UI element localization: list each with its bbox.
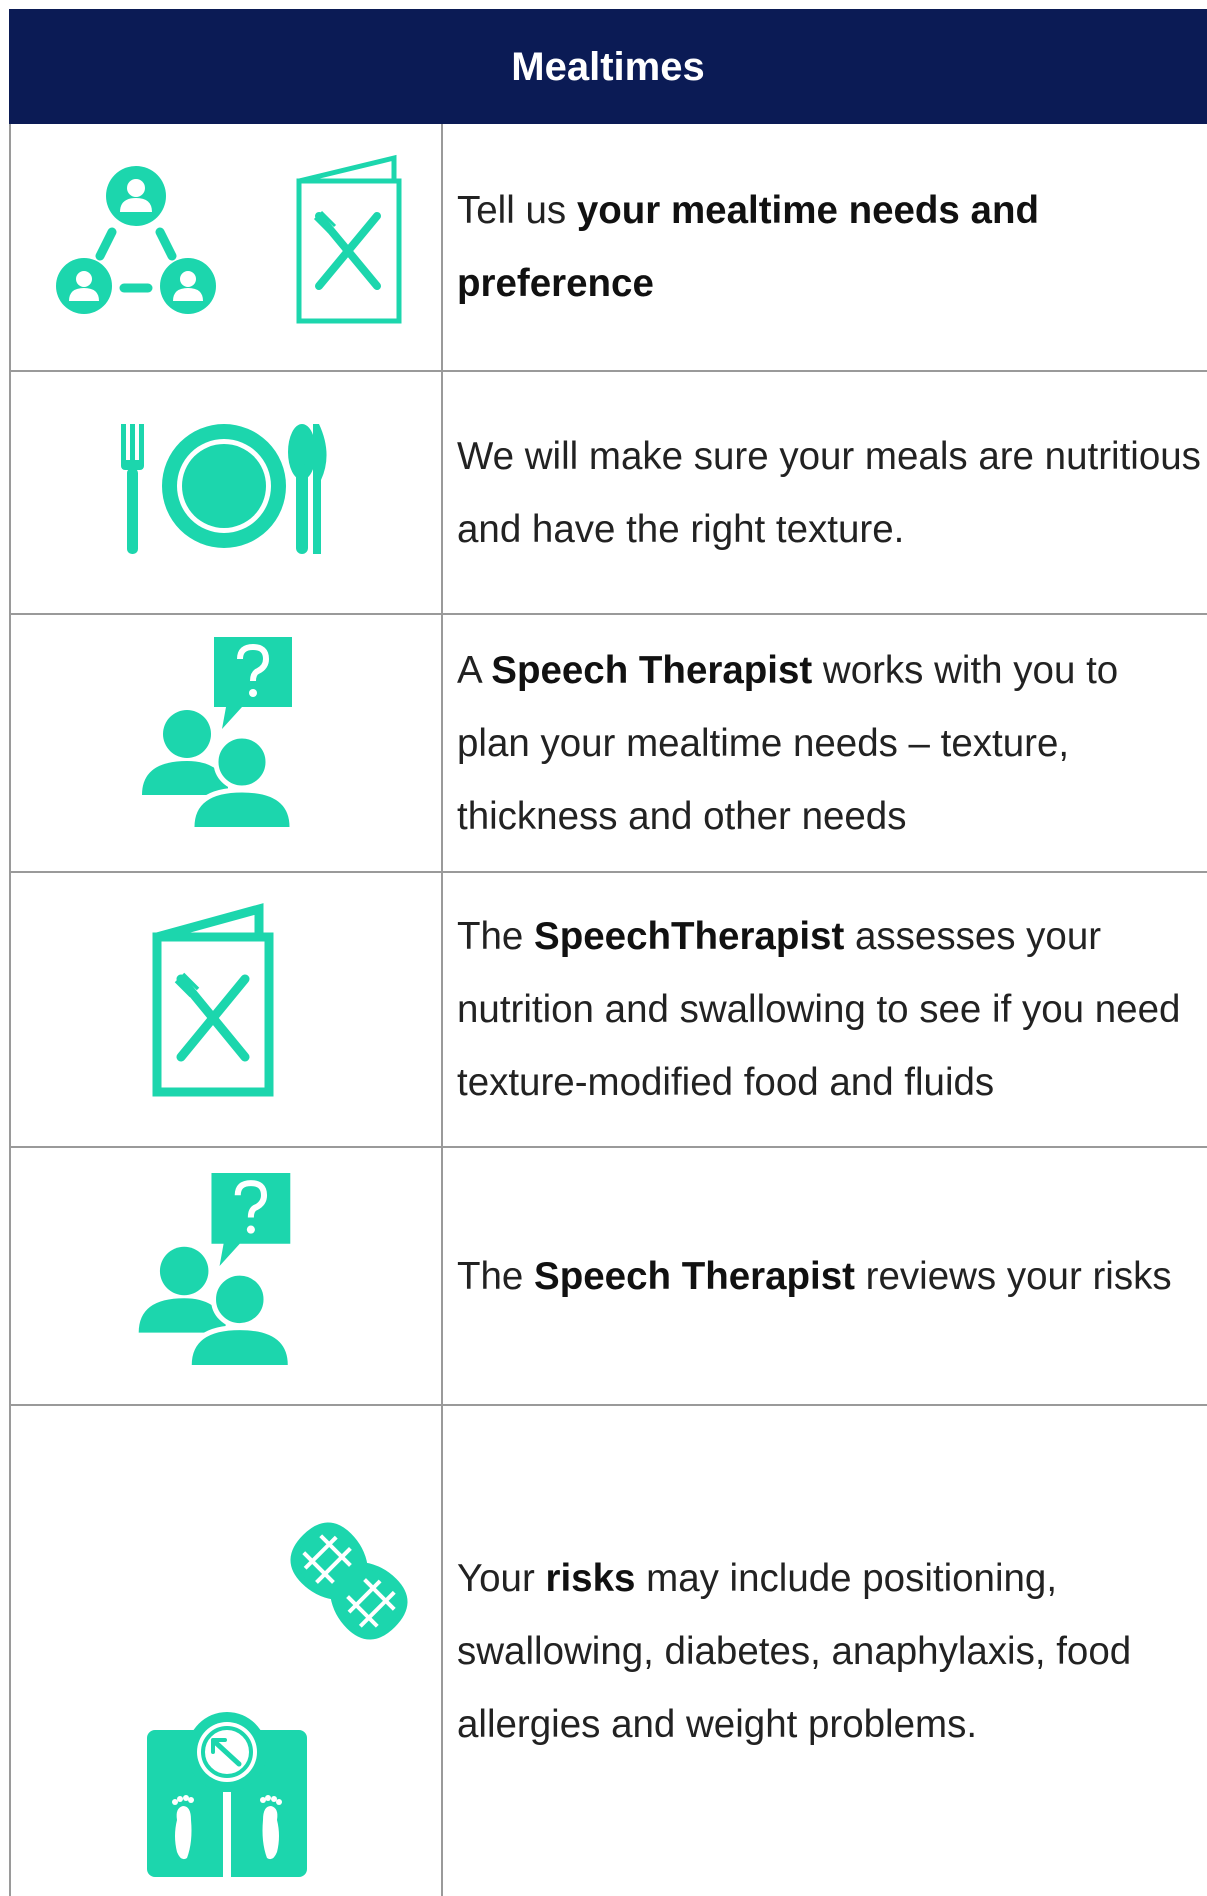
text-plain: reviews your risks — [854, 1254, 1172, 1298]
row-text: The Speech Therapist reviews your risks — [457, 1240, 1172, 1313]
table-row: Your risks may include positioning, swal… — [9, 1406, 1207, 1896]
text-bold: SpeechTherapist — [534, 915, 845, 958]
text-cell: A Speech Therapist works with you to pla… — [457, 615, 1201, 871]
people-network-icon — [56, 166, 216, 314]
row-text: A Speech Therapist works with you to pla… — [457, 634, 1201, 853]
table-row: The Speech Therapist reviews your risks — [9, 1148, 1207, 1406]
mealtimes-table: Mealtimes Tell us your mealtime needs an… — [9, 9, 1207, 1896]
text-cell: Your risks may include positioning, swal… — [457, 1406, 1201, 1896]
text-cell: The SpeechTherapist assesses your nutrit… — [457, 873, 1201, 1146]
table-row: Tell us your mealtime needs and preferen… — [9, 124, 1207, 372]
text-plain: The — [457, 915, 535, 958]
icon-cell — [9, 615, 443, 871]
text-plain: The — [457, 1254, 535, 1298]
text-bold: Speech Therapist — [534, 1254, 855, 1298]
row-text: Your risks may include positioning, swal… — [457, 1542, 1201, 1761]
text-plain: Tell us — [457, 189, 577, 232]
row-text: The SpeechTherapist assesses your nutrit… — [457, 900, 1201, 1119]
people-question-icon — [138, 1173, 293, 1366]
table-row: The SpeechTherapist assesses your nutrit… — [9, 873, 1207, 1148]
text-plain: Your — [457, 1556, 546, 1600]
people-question-icon — [142, 637, 295, 828]
icon-cell — [9, 1406, 443, 1896]
icon-cell — [9, 124, 443, 370]
menu-card-icon — [152, 903, 274, 1097]
row-text: Tell us your mealtime needs and preferen… — [457, 174, 1201, 320]
text-cell: We will make sure your meals are nutriti… — [457, 372, 1201, 613]
plate-cutlery-icon — [121, 424, 327, 554]
text-cell: Tell us your mealtime needs and preferen… — [457, 124, 1201, 370]
weight-scale-icon — [147, 1712, 307, 1877]
text-plain: A — [457, 648, 492, 692]
text-bold: risks — [545, 1556, 636, 1600]
row-text: We will make sure your meals are nutriti… — [457, 434, 1201, 551]
icon-cell — [9, 372, 443, 613]
table-row: A Speech Therapist works with you to pla… — [9, 615, 1207, 873]
icon-cell — [9, 1148, 443, 1404]
text-cell: The Speech Therapist reviews your risks — [457, 1148, 1201, 1404]
menu-card-icon — [296, 154, 402, 324]
icon-cell — [9, 873, 443, 1146]
peanut-icon — [290, 1522, 408, 1640]
table-title: Mealtimes — [511, 45, 705, 89]
table-header: Mealtimes — [9, 9, 1207, 124]
table-row: We will make sure your meals are nutriti… — [9, 372, 1207, 615]
text-bold: Speech Therapist — [491, 648, 813, 692]
